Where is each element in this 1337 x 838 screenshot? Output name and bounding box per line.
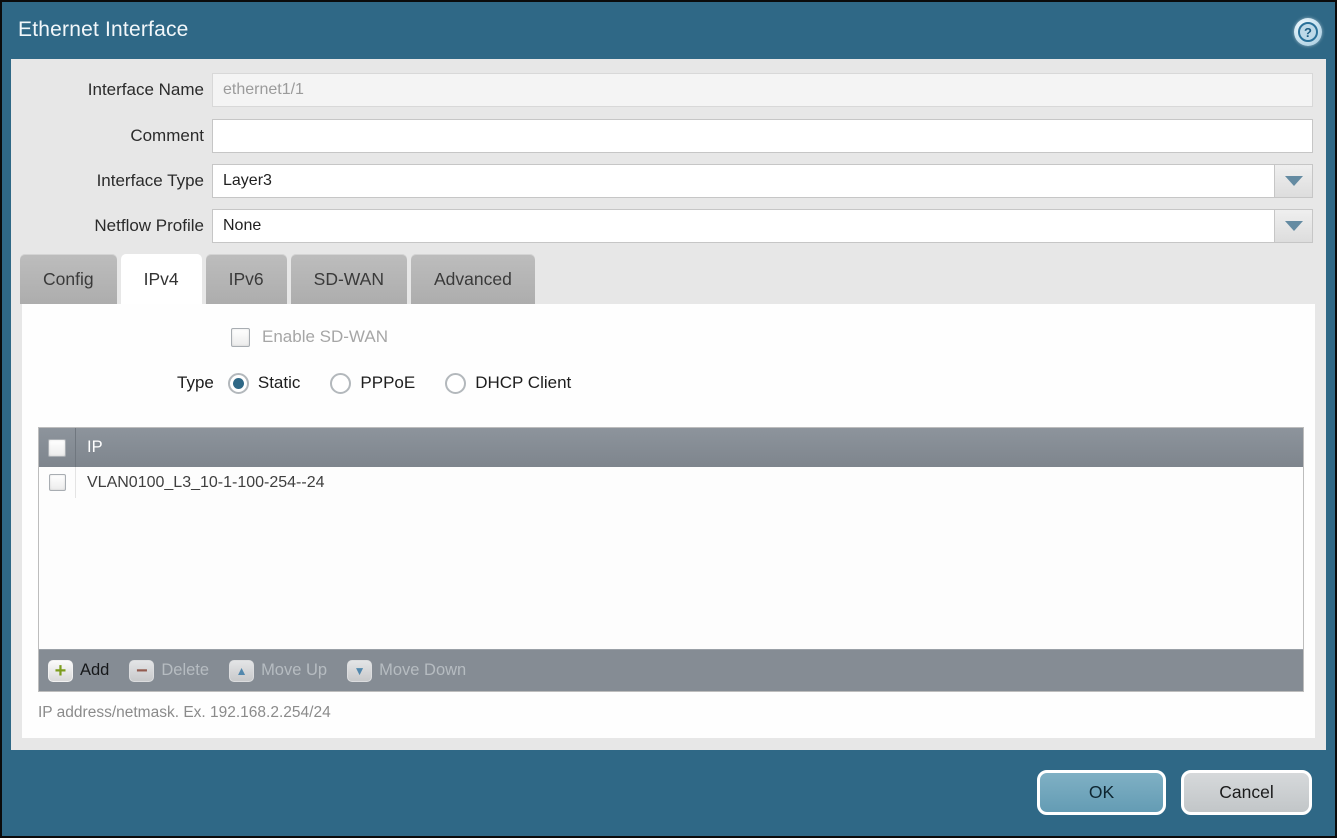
move-down-button[interactable]: ▼ Move Down [347,660,466,682]
add-button[interactable]: + Add [48,660,109,682]
radio-static[interactable] [228,373,249,394]
interface-name-field: ethernet1/1 [212,73,1313,107]
dialog-content: Interface Name ethernet1/1 Comment Inter… [11,59,1326,750]
dialog-titlebar: Ethernet Interface ? [2,2,1335,58]
plus-icon: + [48,660,73,682]
enable-sdwan-label: Enable SD-WAN [262,327,388,347]
netflow-profile-dropdown[interactable]: None [212,209,1313,243]
ip-format-hint: IP address/netmask. Ex. 192.168.2.254/24 [38,704,331,722]
arrow-down-icon: ▼ [347,660,372,682]
ip-column-header: IP [76,438,103,457]
interface-type-dropdown[interactable]: Layer3 [212,164,1313,198]
netflow-profile-row: Netflow Profile None [11,209,1313,243]
table-empty-area [39,498,1303,649]
netflow-profile-dropdown-button[interactable] [1274,210,1312,242]
select-all-checkbox[interactable] [48,439,66,457]
enable-sdwan-checkbox[interactable] [231,328,250,347]
interface-type-label: Interface Type [11,164,204,198]
tab-ipv4[interactable]: IPv4 [121,254,202,304]
radio-dhcp-client-label: DHCP Client [475,373,571,393]
ip-cell: VLAN0100_L3_10-1-100-254--24 [76,474,325,492]
netflow-profile-value: None [223,217,261,235]
interface-type-dropdown-button[interactable] [1274,165,1312,197]
radio-pppoe-label: PPPoE [360,373,415,393]
delete-button-label: Delete [161,661,209,680]
dialog-title: Ethernet Interface [18,2,189,58]
interface-type-row: Interface Type Layer3 [11,164,1313,198]
chevron-down-icon [1285,176,1303,186]
row-checkbox-cell [39,467,76,498]
chevron-down-icon [1285,221,1303,231]
arrow-up-icon: ▲ [229,660,254,682]
type-radio-group: Type Static PPPoE DHCP Client [177,370,601,396]
tab-advanced[interactable]: Advanced [411,254,535,304]
ethernet-interface-dialog: Ethernet Interface ? Interface Name ethe… [0,0,1337,838]
netflow-profile-label: Netflow Profile [11,209,204,243]
radio-static-label: Static [258,373,301,393]
enable-sdwan-row: Enable SD-WAN [231,326,388,348]
ipv4-tab-panel: Enable SD-WAN Type Static PPPoE DHCP Cli… [22,304,1315,738]
interface-type-value: Layer3 [223,172,272,190]
move-down-button-label: Move Down [379,661,466,680]
radio-pppoe[interactable] [330,373,351,394]
move-up-button-label: Move Up [261,661,327,680]
tab-strip: Config IPv4 IPv6 SD-WAN Advanced [20,254,535,304]
interface-name-label: Interface Name [11,73,204,107]
comment-input[interactable] [212,119,1313,153]
help-icon[interactable]: ? [1294,18,1322,46]
interface-name-row: Interface Name ethernet1/1 [11,73,1313,107]
radio-dhcp-client[interactable] [445,373,466,394]
table-row[interactable]: VLAN0100_L3_10-1-100-254--24 [39,467,1303,498]
ip-table: IP VLAN0100_L3_10-1-100-254--24 + Add − [38,427,1304,692]
row-checkbox[interactable] [49,474,66,491]
help-icon-glyph: ? [1298,22,1318,42]
comment-label: Comment [11,119,204,153]
type-label: Type [177,373,214,393]
cancel-button[interactable]: Cancel [1181,770,1312,815]
table-toolbar: + Add − Delete ▲ Move Up ▼ Move Down [39,649,1303,691]
tab-config[interactable]: Config [20,254,117,304]
move-up-button[interactable]: ▲ Move Up [229,660,327,682]
ok-button[interactable]: OK [1037,770,1166,815]
tab-sdwan[interactable]: SD-WAN [291,254,407,304]
delete-button[interactable]: − Delete [129,660,209,682]
comment-row: Comment [11,119,1313,153]
add-button-label: Add [80,661,109,680]
ip-table-header: IP [39,428,1303,467]
header-checkbox-cell [39,428,76,467]
radio-dot [233,378,244,389]
minus-icon: − [129,660,154,682]
tab-ipv6[interactable]: IPv6 [206,254,287,304]
